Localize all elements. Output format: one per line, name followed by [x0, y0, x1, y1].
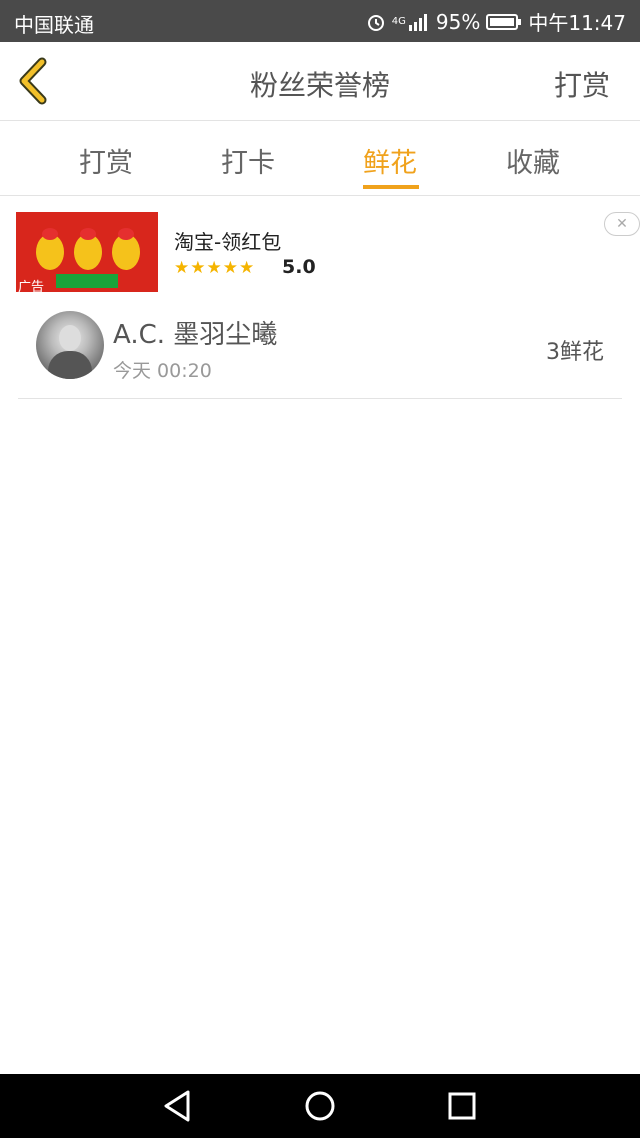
ad-rating: 5.0	[282, 256, 316, 278]
triangle-back-icon	[164, 1090, 190, 1122]
clock: 中午11:47	[528, 11, 626, 35]
back-nav-button[interactable]	[160, 1088, 196, 1124]
circle-home-icon	[305, 1091, 335, 1121]
ad-tag: 广告	[18, 280, 45, 292]
tab-flowers[interactable]: 鲜花	[363, 141, 417, 180]
network-type: 4G	[391, 16, 406, 27]
ad-title: 淘宝-领红包	[174, 230, 282, 254]
battery-icon	[486, 13, 522, 31]
bow-graphic	[118, 228, 134, 240]
user-name: A.C. 墨羽尘曦	[113, 320, 278, 350]
app-header: 粉丝荣誉榜 打赏	[0, 42, 640, 121]
close-ad-button[interactable]: ✕	[604, 212, 640, 236]
avatar-body	[48, 351, 92, 379]
tab-reward[interactable]: 打赏	[79, 141, 133, 180]
system-nav-bar	[0, 1074, 640, 1138]
timestamp: 今天 00:20	[113, 360, 212, 382]
page-title: 粉丝荣誉榜	[249, 69, 390, 102]
star-rating-icon: ★★★★★	[174, 258, 256, 278]
bow-graphic	[80, 228, 96, 240]
avatar-face	[59, 325, 81, 351]
square-recents-icon	[448, 1092, 476, 1120]
carrier-label: 中国联通	[14, 13, 94, 37]
flower-count: 3鲜花	[546, 340, 604, 365]
signal-icon: 4G	[392, 13, 430, 31]
ad-download-graphic	[56, 274, 118, 288]
avatar[interactable]	[36, 311, 104, 379]
tab-favorites[interactable]: 收藏	[506, 141, 560, 180]
ad-banner[interactable]: 广告 淘宝-领红包 ★★★★★ 5.0 ✕	[16, 212, 640, 294]
tab-bar: 打赏 打卡 鲜花 收藏	[0, 121, 640, 196]
reward-button[interactable]: 打赏	[554, 64, 610, 104]
battery-percent: 95%	[435, 9, 481, 34]
status-icons: 4G 95% 中午11:47	[366, 7, 626, 36]
active-tab-indicator	[363, 185, 419, 189]
tab-checkin[interactable]: 打卡	[221, 141, 275, 180]
ranking-row[interactable]: A.C. 墨羽尘曦 今天 00:20 3鲜花	[18, 302, 622, 399]
ad-image[interactable]: 广告	[16, 212, 158, 292]
bow-graphic	[42, 228, 58, 240]
home-nav-button[interactable]	[302, 1088, 338, 1124]
recents-nav-button[interactable]	[444, 1088, 480, 1124]
status-bar: 中国联通 4G 95% 中午11:47	[0, 0, 640, 42]
alarm-icon	[366, 12, 386, 32]
